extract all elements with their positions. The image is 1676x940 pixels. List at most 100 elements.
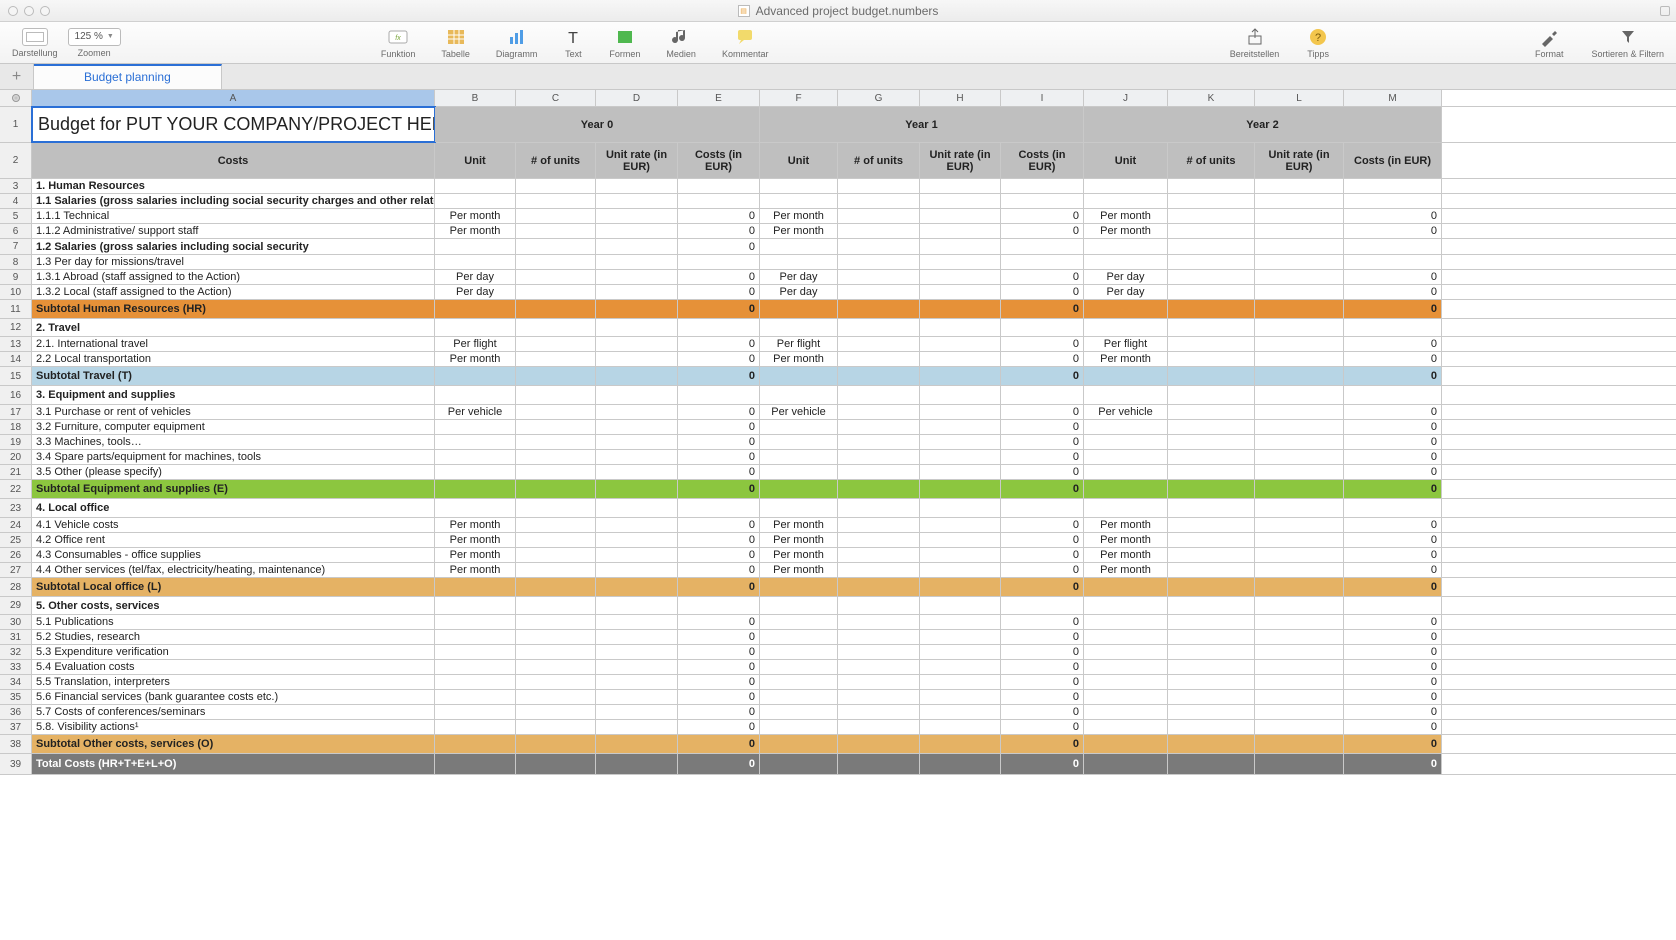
cell-G24[interactable] bbox=[838, 518, 920, 532]
cell-H35[interactable] bbox=[920, 690, 1001, 704]
toolbar-comment[interactable]: Kommentar bbox=[722, 27, 769, 59]
cell-A24[interactable]: 4.1 Vehicle costs bbox=[32, 518, 435, 532]
cell-B17[interactable]: Per vehicle bbox=[435, 405, 516, 419]
cell-D31[interactable] bbox=[596, 630, 678, 644]
cell-G34[interactable] bbox=[838, 675, 920, 689]
col-K[interactable]: K bbox=[1168, 90, 1255, 106]
cell-M34[interactable]: 0 bbox=[1344, 675, 1442, 689]
cell-E18[interactable]: 0 bbox=[678, 420, 760, 434]
cell-D36[interactable] bbox=[596, 705, 678, 719]
cell-B25[interactable]: Per month bbox=[435, 533, 516, 547]
cell-J4[interactable] bbox=[1084, 194, 1168, 208]
toolbar-table[interactable]: Tabelle bbox=[441, 27, 470, 59]
cell-D8[interactable] bbox=[596, 255, 678, 269]
cell-K7[interactable] bbox=[1168, 239, 1255, 254]
cell-B20[interactable] bbox=[435, 450, 516, 464]
cell-D5[interactable] bbox=[596, 209, 678, 223]
cell-K34[interactable] bbox=[1168, 675, 1255, 689]
cell-C16[interactable] bbox=[516, 386, 596, 404]
cell-L22[interactable] bbox=[1255, 480, 1344, 498]
cell-C24[interactable] bbox=[516, 518, 596, 532]
cell-B3[interactable] bbox=[435, 179, 516, 193]
cell-E36[interactable]: 0 bbox=[678, 705, 760, 719]
cell-K24[interactable] bbox=[1168, 518, 1255, 532]
cell-C17[interactable] bbox=[516, 405, 596, 419]
cell-B16[interactable] bbox=[435, 386, 516, 404]
cell-E23[interactable] bbox=[678, 499, 760, 517]
cell-L21[interactable] bbox=[1255, 465, 1344, 479]
cell-K25[interactable] bbox=[1168, 533, 1255, 547]
cell-K5[interactable] bbox=[1168, 209, 1255, 223]
cell-J16[interactable] bbox=[1084, 386, 1168, 404]
cell-M36[interactable]: 0 bbox=[1344, 705, 1442, 719]
cell-C18[interactable] bbox=[516, 420, 596, 434]
cell-J19[interactable] bbox=[1084, 435, 1168, 449]
toolbar-chart[interactable]: Diagramm bbox=[496, 27, 538, 59]
cell-A7[interactable]: 1.2 Salaries (gross salaries including s… bbox=[32, 239, 435, 254]
cell-I24[interactable]: 0 bbox=[1001, 518, 1084, 532]
cell-F16[interactable] bbox=[760, 386, 838, 404]
cell-H6[interactable] bbox=[920, 224, 1001, 238]
cell-J20[interactable] bbox=[1084, 450, 1168, 464]
cell-M18[interactable]: 0 bbox=[1344, 420, 1442, 434]
cell-I18[interactable]: 0 bbox=[1001, 420, 1084, 434]
cell-F32[interactable] bbox=[760, 645, 838, 659]
cell-E26[interactable]: 0 bbox=[678, 548, 760, 562]
col-C[interactable]: C bbox=[516, 90, 596, 106]
cell-A19[interactable]: 3.3 Machines, tools… bbox=[32, 435, 435, 449]
cell-C36[interactable] bbox=[516, 705, 596, 719]
cell-D17[interactable] bbox=[596, 405, 678, 419]
cell-C30[interactable] bbox=[516, 615, 596, 629]
col-J[interactable]: J bbox=[1084, 90, 1168, 106]
cell-J38[interactable] bbox=[1084, 735, 1168, 753]
cell-K6[interactable] bbox=[1168, 224, 1255, 238]
cell-E28[interactable]: 0 bbox=[678, 578, 760, 596]
cell-costs-header[interactable]: Costs bbox=[32, 143, 435, 178]
close-icon[interactable] bbox=[8, 6, 18, 16]
cell-H37[interactable] bbox=[920, 720, 1001, 734]
cell-C20[interactable] bbox=[516, 450, 596, 464]
cell-B5[interactable]: Per month bbox=[435, 209, 516, 223]
cell-K8[interactable] bbox=[1168, 255, 1255, 269]
cell-L18[interactable] bbox=[1255, 420, 1344, 434]
cell-E7[interactable]: 0 bbox=[678, 239, 760, 254]
cell-G31[interactable] bbox=[838, 630, 920, 644]
cell-G4[interactable] bbox=[838, 194, 920, 208]
col-L[interactable]: L bbox=[1255, 90, 1344, 106]
cell-B30[interactable] bbox=[435, 615, 516, 629]
cell-D16[interactable] bbox=[596, 386, 678, 404]
cell-M20[interactable]: 0 bbox=[1344, 450, 1442, 464]
cell-B38[interactable] bbox=[435, 735, 516, 753]
cell-B6[interactable]: Per month bbox=[435, 224, 516, 238]
cell-K29[interactable] bbox=[1168, 597, 1255, 614]
cell-H27[interactable] bbox=[920, 563, 1001, 577]
cell-A26[interactable]: 4.3 Consumables - office supplies bbox=[32, 548, 435, 562]
cell-E13[interactable]: 0 bbox=[678, 337, 760, 351]
cell-K9[interactable] bbox=[1168, 270, 1255, 284]
cell-A21[interactable]: 3.5 Other (please specify) bbox=[32, 465, 435, 479]
cell-E22[interactable]: 0 bbox=[678, 480, 760, 498]
cell-A8[interactable]: 1.3 Per day for missions/travel bbox=[32, 255, 435, 269]
cell-H5[interactable] bbox=[920, 209, 1001, 223]
cell-C13[interactable] bbox=[516, 337, 596, 351]
cell-G22[interactable] bbox=[838, 480, 920, 498]
spreadsheet-grid[interactable]: A B C D E F G H I J K L M 1 Budget for P… bbox=[0, 90, 1676, 940]
cell-E33[interactable]: 0 bbox=[678, 660, 760, 674]
cell-G26[interactable] bbox=[838, 548, 920, 562]
cell-D34[interactable] bbox=[596, 675, 678, 689]
cell-L30[interactable] bbox=[1255, 615, 1344, 629]
cell-E37[interactable]: 0 bbox=[678, 720, 760, 734]
toolbar-sort[interactable]: Sortieren & Filtern bbox=[1591, 27, 1664, 59]
cell-I16[interactable] bbox=[1001, 386, 1084, 404]
cell-C31[interactable] bbox=[516, 630, 596, 644]
minimize-icon[interactable] bbox=[24, 6, 34, 16]
cell-L8[interactable] bbox=[1255, 255, 1344, 269]
cell-D29[interactable] bbox=[596, 597, 678, 614]
cell-L39[interactable] bbox=[1255, 754, 1344, 774]
cell-I25[interactable]: 0 bbox=[1001, 533, 1084, 547]
cell-F22[interactable] bbox=[760, 480, 838, 498]
cell-K27[interactable] bbox=[1168, 563, 1255, 577]
cell-I33[interactable]: 0 bbox=[1001, 660, 1084, 674]
cell-G35[interactable] bbox=[838, 690, 920, 704]
cell-E14[interactable]: 0 bbox=[678, 352, 760, 366]
